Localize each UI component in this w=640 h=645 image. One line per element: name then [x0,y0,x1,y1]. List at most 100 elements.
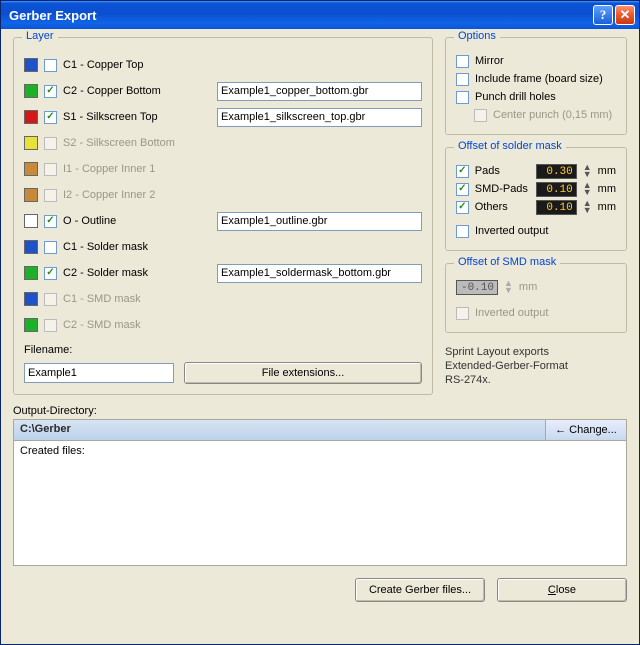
layer-label: C2 - SMD mask [63,319,141,331]
layer-color-swatch [24,58,38,72]
layer-color-swatch [24,214,38,228]
layer-legend: Layer [22,30,58,42]
layer-group: Layer C1 - Copper TopC2 - Copper BottomS… [13,37,433,395]
content: Layer C1 - Copper Top C2 - Copper Bottom S… [1,29,639,644]
arrow-left-icon: ← [555,424,566,436]
layer-color-swatch [24,266,38,280]
layer-label: I1 - Copper Inner 1 [63,163,155,175]
layer-row: O - Outline [24,208,422,234]
options-group: Options Mirror Include frame (board size… [445,37,627,135]
layer-label: I2 - Copper Inner 2 [63,189,155,201]
layer-checkbox[interactable] [44,59,57,72]
layer-color-swatch [24,188,38,202]
layer-label: S1 - Silkscreen Top [63,111,158,123]
options-legend: Options [454,30,500,42]
punch-drill-checkbox[interactable] [456,91,469,104]
smd-mask-value: -0.10 [456,280,498,295]
smd-inverted-checkbox [456,307,469,320]
change-label: Change... [569,424,617,436]
help-button[interactable]: ? [593,5,613,25]
smd-mask-unit: mm [519,281,537,293]
layer-label: S2 - Silkscreen Bottom [63,137,175,149]
output-directory-label: Output-Directory: [13,405,627,417]
pads-label: Pads [475,165,530,177]
layer-checkbox[interactable] [44,85,57,98]
window-close-button[interactable]: ✕ [615,5,635,25]
layer-color-swatch [24,84,38,98]
layer-checkbox [44,137,57,150]
gerber-export-dialog: Gerber Export ? ✕ Layer C1 - Copper Top C… [0,0,640,645]
layer-row: S1 - Silkscreen Top [24,104,422,130]
center-punch-checkbox [474,109,487,122]
solder-mask-legend: Offset of solder mask [454,140,566,152]
smd-mask-group: Offset of SMD mask -0.10▲▼mm Inverted ou… [445,263,627,333]
include-frame-checkbox[interactable] [456,73,469,86]
smd-inverted-label: Inverted output [475,307,548,319]
layer-filename-input[interactable] [217,264,422,283]
layer-checkbox [44,293,57,306]
include-frame-label: Include frame (board size) [475,73,603,85]
info-line2: Extended-Gerber-Format [445,359,627,373]
layer-label: C1 - SMD mask [63,293,141,305]
others-value[interactable]: 0.10 [536,200,577,215]
output-directory-bar: C:\Gerber ← Change... [13,419,627,441]
punch-drill-label: Punch drill holes [475,91,556,103]
layer-row: S2 - Silkscreen Bottom [24,130,422,156]
others-unit: mm [598,201,616,213]
created-files-box: Created files: [13,440,627,566]
center-punch-label: Center punch (0,15 mm) [493,109,612,121]
smd-value[interactable]: 0.10 [536,182,577,197]
layer-color-swatch [24,240,38,254]
spin-icon[interactable]: ▲▼ [583,200,592,214]
file-extensions-button[interactable]: File extensions... [184,362,422,384]
layer-filename-input[interactable] [217,108,422,127]
others-label: Others [475,201,530,213]
layer-label: O - Outline [63,215,116,227]
layer-checkbox [44,319,57,332]
window-title: Gerber Export [9,8,591,23]
smd-pads-checkbox[interactable] [456,183,469,196]
smd-unit: mm [598,183,616,195]
change-directory-button[interactable]: ← Change... [546,420,626,440]
solder-inverted-checkbox[interactable] [456,225,469,238]
solder-mask-group: Offset of solder mask Pads0.30▲▼mm SMD-P… [445,147,627,251]
layer-label: C1 - Copper Top [63,59,144,71]
layer-row: C1 - SMD mask [24,286,422,312]
solder-inverted-label: Inverted output [475,225,548,237]
layer-color-swatch [24,136,38,150]
layer-row: C2 - Solder mask [24,260,422,286]
mirror-checkbox[interactable] [456,55,469,68]
pads-unit: mm [598,165,616,177]
layer-checkbox[interactable] [44,111,57,124]
spin-icon[interactable]: ▲▼ [583,164,592,178]
spin-icon: ▲▼ [504,280,513,294]
mirror-label: Mirror [475,55,504,67]
layer-color-swatch [24,318,38,332]
layer-color-swatch [24,162,38,176]
output-directory-path: C:\Gerber [14,420,546,440]
layer-checkbox[interactable] [44,241,57,254]
layer-checkbox [44,189,57,202]
smd-mask-legend: Offset of SMD mask [454,256,560,268]
filename-input[interactable] [24,363,174,383]
info-line3: RS-274x. [445,373,627,387]
layer-label: C2 - Copper Bottom [63,85,161,97]
pads-checkbox[interactable] [456,165,469,178]
titlebar: Gerber Export ? ✕ [1,1,639,29]
others-checkbox[interactable] [456,201,469,214]
spin-icon[interactable]: ▲▼ [583,182,592,196]
close-button[interactable]: Close [497,578,627,602]
layer-color-swatch [24,110,38,124]
pads-value[interactable]: 0.30 [536,164,577,179]
layer-label: C1 - Solder mask [63,241,148,253]
layer-row: C2 - Copper Bottom [24,78,422,104]
layer-label: C2 - Solder mask [63,267,148,279]
layer-row: C2 - SMD mask [24,312,422,338]
layer-row: C1 - Solder mask [24,234,422,260]
filename-label: Filename: [24,344,422,356]
layer-filename-input[interactable] [217,82,422,101]
create-gerber-button[interactable]: Create Gerber files... [355,578,485,602]
layer-filename-input[interactable] [217,212,422,231]
layer-checkbox[interactable] [44,215,57,228]
layer-checkbox[interactable] [44,267,57,280]
